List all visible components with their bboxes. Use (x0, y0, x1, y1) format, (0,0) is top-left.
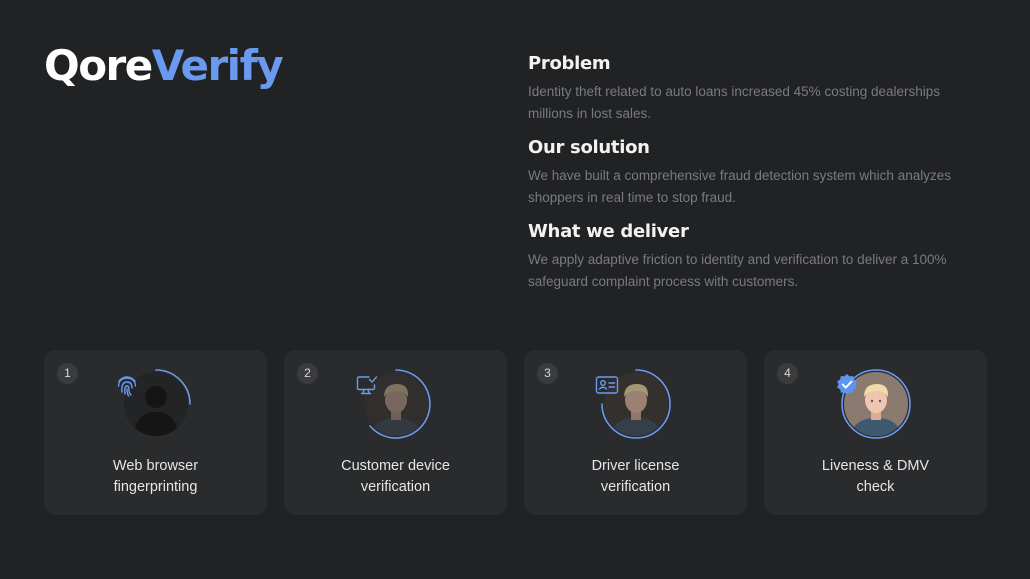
steps-row: 1 Web browser fingerprinting 2 Customer … (44, 350, 987, 515)
avatar-group (116, 364, 196, 444)
monitor-check-icon (356, 376, 378, 395)
step-number: 4 (777, 363, 798, 384)
step-number: 3 (537, 363, 558, 384)
deliver-text: We apply adaptive friction to identity a… (528, 252, 947, 289)
step-card-liveness: 4 Liveness & DMV check (764, 350, 987, 515)
step-label: Customer device verification (341, 458, 450, 495)
brand-logo-part1: Qore (44, 41, 153, 90)
id-card-icon (595, 376, 619, 394)
avatar-group (595, 364, 676, 444)
solution-heading: Our solution (528, 137, 650, 158)
verified-badge-icon (837, 374, 857, 395)
info-panel: Problem Identity theft related to auto l… (528, 52, 978, 304)
deliver-heading: What we deliver (528, 221, 689, 242)
step-number: 1 (57, 363, 78, 384)
step-label: Driver license verification (591, 458, 680, 495)
step-card-license: 3 Driver license verification (524, 350, 747, 515)
step-card-device: 2 Customer device verification (284, 350, 507, 515)
step-label: Web browser fingerprinting (112, 458, 199, 495)
step-number: 2 (297, 363, 318, 384)
problem-heading: Problem (528, 53, 611, 74)
avatar-group (836, 364, 916, 444)
brand-logo-part2: Verify (151, 41, 284, 90)
solution-text: We have built a comprehensive fraud dete… (528, 168, 951, 205)
brand-logo: QoreVerify (44, 40, 284, 92)
step-label: Liveness & DMV check (821, 458, 930, 495)
step-card-fingerprinting: 1 Web browser fingerprinting (44, 350, 267, 515)
fingerprint-icon (117, 376, 137, 397)
avatar-group (356, 364, 436, 444)
problem-text: Identity theft related to auto loans inc… (528, 84, 941, 121)
grid-decoration (200, 0, 560, 260)
